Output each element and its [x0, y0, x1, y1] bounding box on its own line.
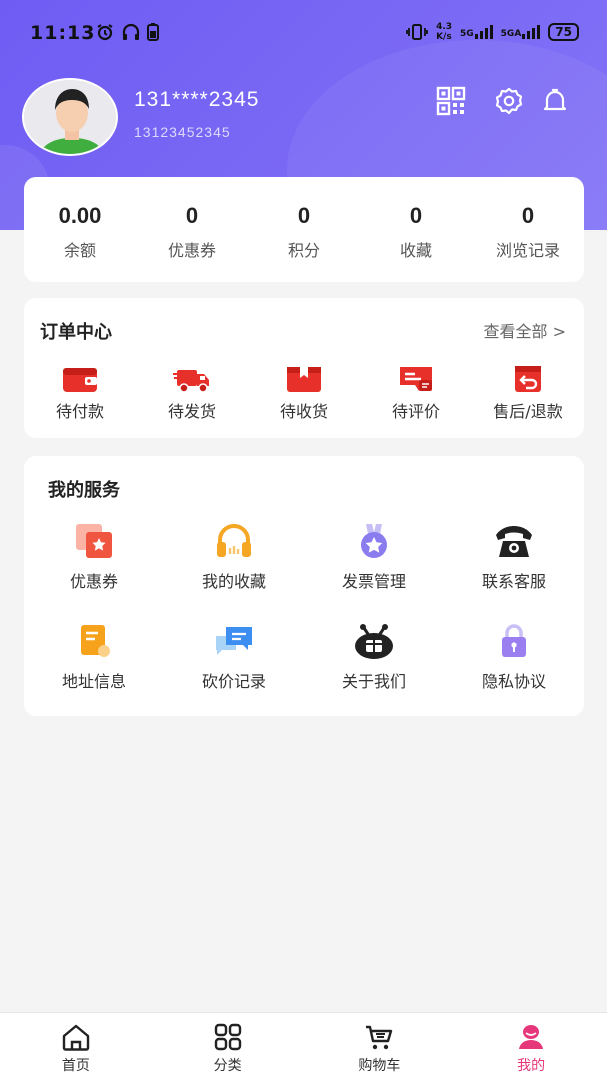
stats-card: 0.00 余额 0 优惠券 0 积分 0 收藏 0 浏览记录 [24, 177, 584, 282]
stat-label: 优惠券 [167, 241, 216, 260]
service-label: 地址信息 [61, 672, 126, 691]
bottom-tab-bar: 首页 分类 购物车 我的 [0, 1012, 607, 1080]
cart-icon [366, 1025, 393, 1050]
service-coupons[interactable]: 优惠券 [24, 522, 164, 592]
order-pending-payment[interactable]: 待付款 [24, 364, 136, 422]
gift-face-icon [355, 624, 393, 659]
service-label: 发票管理 [341, 572, 406, 591]
home-icon [62, 1024, 90, 1051]
service-label: 关于我们 [341, 672, 406, 691]
signal-5g: 5G [460, 25, 493, 39]
network-speed: 4.3 K/s [436, 22, 453, 42]
stat-coupons[interactable]: 0 优惠券 [136, 177, 248, 282]
service-label: 优惠券 [69, 572, 118, 591]
stat-label: 余额 [63, 241, 96, 260]
coupon-icon [76, 524, 112, 558]
stat-value: 0 [297, 203, 311, 228]
alarm-icon [97, 24, 113, 41]
battery-saver-icon [147, 23, 159, 41]
order-item-label: 售后/退款 [493, 402, 563, 421]
battery-level: 75 [548, 23, 579, 41]
status-time: 11:13 [30, 22, 96, 44]
service-label: 隐私协议 [481, 672, 546, 691]
comment-card-icon [400, 367, 432, 391]
status-right-icons: 4.3 K/s 5G 5GA 75 [406, 22, 579, 42]
phone-number: 13123452345 [134, 124, 231, 140]
service-label: 联系客服 [481, 572, 546, 591]
service-favorites[interactable]: 我的收藏 [164, 522, 304, 592]
stat-value: 0.00 [58, 203, 102, 228]
order-pending-receipt[interactable]: 待收货 [248, 364, 360, 422]
avatar-person-icon [24, 80, 116, 154]
stat-label: 浏览记录 [495, 241, 560, 260]
telephone-icon [496, 526, 532, 557]
stat-history[interactable]: 0 浏览记录 [472, 177, 584, 282]
package-icon [287, 367, 321, 392]
stat-label: 积分 [287, 241, 320, 260]
stat-points[interactable]: 0 积分 [248, 177, 360, 282]
service-customer-support[interactable]: 联系客服 [444, 522, 584, 592]
tab-label: 我的 [517, 1058, 546, 1074]
headphones-icon [217, 524, 251, 557]
order-center-card: 订单中心 查看全部 > 待付款 待发货 待收货 待评价 售后/退款 [24, 298, 584, 438]
avatar[interactable] [22, 78, 118, 156]
service-label: 我的收藏 [201, 572, 266, 591]
my-services-title: 我的服务 [48, 480, 120, 501]
tab-cart[interactable]: 购物车 [304, 1013, 456, 1080]
tab-home[interactable]: 首页 [0, 1013, 152, 1080]
order-pending-review[interactable]: 待评价 [360, 364, 472, 422]
service-label: 砍价记录 [201, 672, 266, 691]
username[interactable]: 131****2345 [134, 88, 259, 112]
medal-icon [361, 524, 387, 558]
bell-icon[interactable] [540, 86, 570, 116]
order-item-label: 待评价 [391, 402, 440, 421]
tab-category[interactable]: 分类 [152, 1013, 304, 1080]
order-pending-shipment[interactable]: 待发货 [136, 364, 248, 422]
service-privacy-policy[interactable]: 隐私协议 [444, 622, 584, 692]
tab-label: 分类 [213, 1058, 242, 1074]
view-all-orders-link[interactable]: 查看全部 > [484, 318, 567, 342]
truck-icon [173, 370, 209, 393]
service-about-us[interactable]: 关于我们 [304, 622, 444, 692]
stat-favorites[interactable]: 0 收藏 [360, 177, 472, 282]
refund-icon [515, 366, 541, 392]
status-bar: 11:13 4.3 K/s 5G 5GA 75 [0, 0, 607, 64]
grid-icon [214, 1023, 241, 1051]
service-address[interactable]: 地址信息 [24, 622, 164, 692]
services-grid: 优惠券 我的收藏 发票管理 联系客服 地址信息 砍价记录 关于我们 隐私协议 [24, 522, 584, 692]
order-after-sales[interactable]: 售后/退款 [472, 364, 584, 422]
order-center-title: 订单中心 [40, 322, 112, 343]
my-services-card: 我的服务 优惠券 我的收藏 发票管理 联系客服 地址信息 砍价记录 关于我们 隐… [24, 456, 584, 716]
order-item-label: 待收货 [279, 402, 328, 421]
vibrate-icon [406, 24, 428, 40]
service-invoice[interactable]: 发票管理 [304, 522, 444, 592]
lock-icon [502, 624, 526, 657]
tab-label: 首页 [61, 1058, 90, 1074]
headset-icon [122, 23, 140, 40]
stat-balance[interactable]: 0.00 余额 [24, 177, 136, 282]
stat-label: 收藏 [399, 241, 432, 260]
settings-gear-icon[interactable] [494, 86, 524, 116]
wallet-icon [63, 368, 97, 392]
signal-bars-icon [474, 25, 493, 39]
service-bargain-records[interactable]: 砍价记录 [164, 622, 304, 692]
address-card-icon [81, 625, 110, 657]
qr-code-icon[interactable] [436, 86, 466, 116]
order-item-label: 待付款 [55, 402, 104, 421]
chat-bubbles-icon [216, 627, 252, 655]
signal-5ga: 5GA [501, 25, 541, 39]
signal-bars-icon [522, 25, 541, 39]
stat-value: 0 [521, 203, 535, 228]
user-icon [519, 1025, 544, 1049]
tab-mine[interactable]: 我的 [455, 1013, 607, 1080]
status-left-icons [95, 22, 159, 42]
tab-label: 购物车 [358, 1058, 401, 1074]
stat-value: 0 [185, 203, 199, 228]
stat-value: 0 [409, 203, 423, 228]
order-status-row: 待付款 待发货 待收货 待评价 售后/退款 [24, 364, 584, 422]
order-item-label: 待发货 [167, 402, 216, 421]
